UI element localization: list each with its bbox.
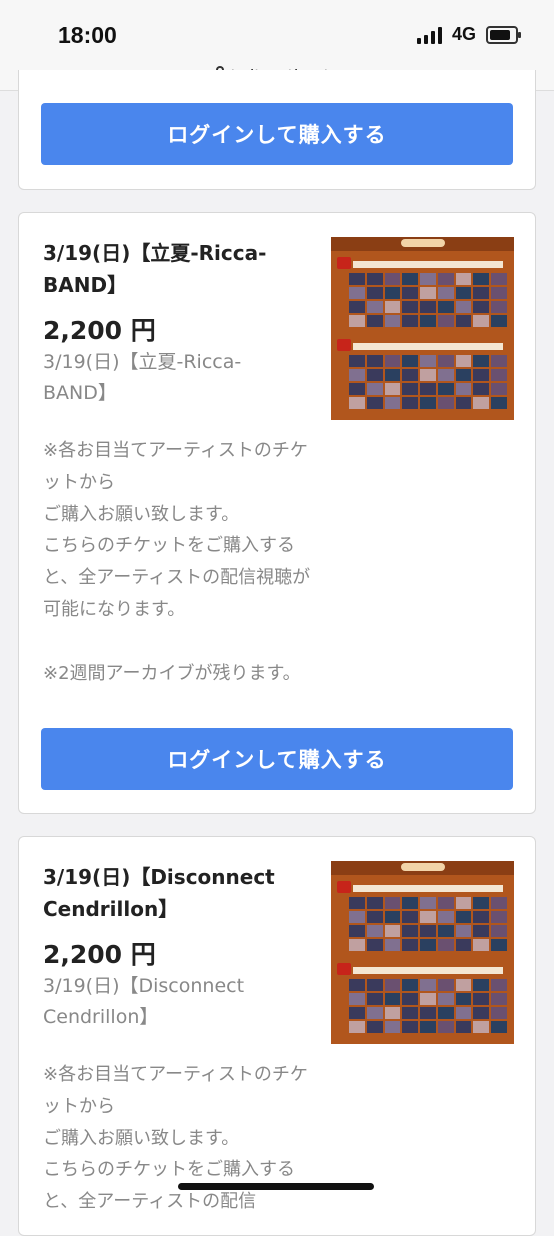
ticket-price: 2,200 円 [43, 940, 156, 969]
ticket-card-previous: ログインして購入する [18, 70, 536, 190]
event-flyer-image [331, 237, 514, 420]
home-indicator[interactable] [178, 1183, 374, 1190]
status-bar: 18:00 4G [0, 0, 554, 60]
signal-icon [416, 26, 442, 44]
login-purchase-button[interactable]: ログインして購入する [41, 103, 513, 165]
ticket-card: 3/19(日)【Disconnect Cendrillon】 2,200 円 3… [18, 836, 536, 1236]
login-purchase-button[interactable]: ログインして購入する [41, 728, 513, 790]
ticket-subtitle: 3/19(日)【立夏-Ricca-BAND】 [43, 351, 242, 404]
event-flyer-image [331, 861, 514, 1044]
ticket-description: ※各お目当てアーティストのチケットから ご購入お願い致します。 こちらのチケット… [43, 440, 311, 684]
ticket-description: ※各お目当てアーティストのチケットから ご購入お願い致します。 こちらのチケット… [43, 1064, 308, 1213]
ticket-title: 3/19(日)【Disconnect Cendrillon】 [43, 865, 275, 921]
network-type: 4G [451, 24, 476, 44]
ticket-card: 3/19(日)【立夏-Ricca-BAND】 2,200 円 3/19(日)【立… [18, 212, 536, 814]
ticket-title: 3/19(日)【立夏-Ricca-BAND】 [43, 241, 267, 297]
status-time: 18:00 [58, 22, 117, 48]
status-indicators: 4G [416, 24, 521, 45]
battery-icon [486, 25, 521, 44]
ticket-subtitle: 3/19(日)【Disconnect Cendrillon】 [43, 975, 245, 1028]
ticket-price: 2,200 円 [43, 316, 156, 345]
